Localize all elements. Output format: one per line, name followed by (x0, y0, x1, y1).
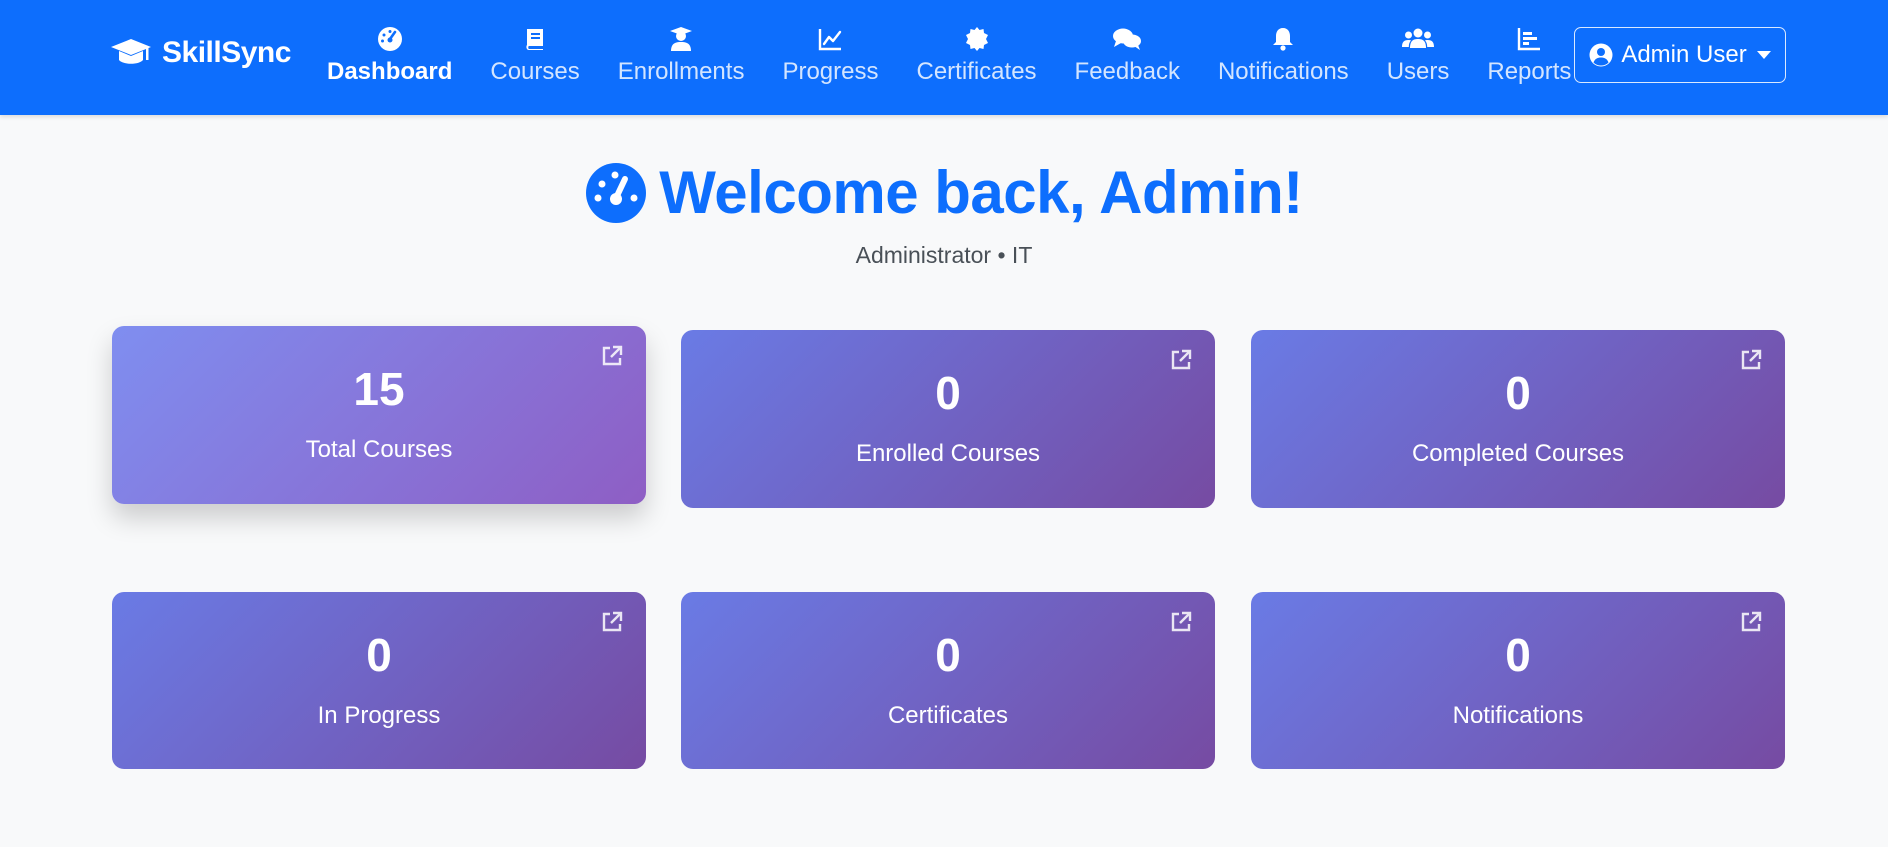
brand-logo[interactable]: SkillSync (110, 36, 291, 70)
nav-item-certificates[interactable]: Certificates (898, 20, 1056, 96)
stat-value: 15 (353, 363, 405, 415)
stat-value: 0 (935, 629, 961, 681)
brand-name: SkillSync (162, 36, 291, 69)
chevron-down-icon (1756, 51, 1771, 59)
users-icon (1402, 24, 1435, 54)
nav-item-label: Notifications (1217, 58, 1349, 85)
stat-value: 0 (1505, 629, 1531, 681)
top-navbar: SkillSync Dashboard Courses Enrollments … (0, 0, 1888, 115)
bell-icon (1270, 24, 1296, 54)
stat-value: 0 (935, 367, 961, 419)
nav-item-dashboard[interactable]: Dashboard (308, 20, 471, 96)
stat-card-notifications[interactable]: 0 Notifications (1251, 592, 1785, 769)
stat-card-certificates[interactable]: 0 Certificates (681, 592, 1215, 769)
nav-item-label: Certificates (916, 58, 1037, 85)
stat-label: In Progress (317, 702, 441, 729)
stat-label: Total Courses (305, 436, 453, 463)
nav-item-label: Courses (490, 58, 580, 85)
tachometer-icon (377, 24, 403, 54)
nav-item-feedback[interactable]: Feedback (1056, 20, 1199, 96)
nav-item-reports[interactable]: Reports (1468, 20, 1590, 96)
stat-value: 0 (366, 629, 392, 681)
nav-item-label: Dashboard (327, 58, 453, 85)
nav-item-enrollments[interactable]: Enrollments (599, 20, 764, 96)
nav-item-label: Enrollments (617, 58, 745, 85)
user-menu-label: Admin User (1621, 41, 1747, 68)
welcome-header: Welcome back, Admin! (0, 158, 1888, 227)
tachometer-icon (586, 162, 647, 223)
graduation-cap-icon (111, 39, 151, 64)
stat-label: Notifications (1452, 702, 1584, 729)
book-icon (522, 24, 548, 54)
stat-label: Enrolled Courses (855, 440, 1041, 467)
main-nav: Dashboard Courses Enrollments Progress C… (308, 20, 1590, 96)
bar-chart-icon (1516, 24, 1542, 54)
stat-label: Certificates (887, 702, 1009, 729)
nav-item-label: Reports (1487, 58, 1572, 85)
stat-label: Completed Courses (1411, 440, 1625, 467)
nav-item-label: Progress (782, 58, 879, 85)
certificate-icon (964, 24, 990, 54)
nav-item-users[interactable]: Users (1368, 20, 1469, 96)
nav-item-label: Feedback (1074, 58, 1180, 85)
nav-item-courses[interactable]: Courses (471, 20, 598, 96)
stat-card-completed-courses[interactable]: 0 Completed Courses (1251, 330, 1785, 508)
user-menu-dropdown[interactable]: Admin User (1574, 27, 1786, 83)
stat-card-total-courses[interactable]: 15 Total Courses (112, 326, 646, 504)
stat-value: 0 (1505, 367, 1531, 419)
stat-card-in-progress[interactable]: 0 In Progress (112, 592, 646, 769)
nav-item-notifications[interactable]: Notifications (1199, 20, 1368, 96)
page-title: Welcome back, Admin! (659, 159, 1303, 226)
chart-line-icon (817, 24, 843, 54)
user-role-subtitle: Administrator • IT (855, 242, 1033, 268)
nav-item-label: Users (1386, 58, 1450, 85)
graduate-icon (668, 24, 694, 54)
nav-item-progress[interactable]: Progress (763, 20, 897, 96)
user-circle-icon (1589, 43, 1613, 67)
comments-icon (1112, 24, 1142, 54)
stat-card-enrolled-courses[interactable]: 0 Enrolled Courses (681, 330, 1215, 508)
